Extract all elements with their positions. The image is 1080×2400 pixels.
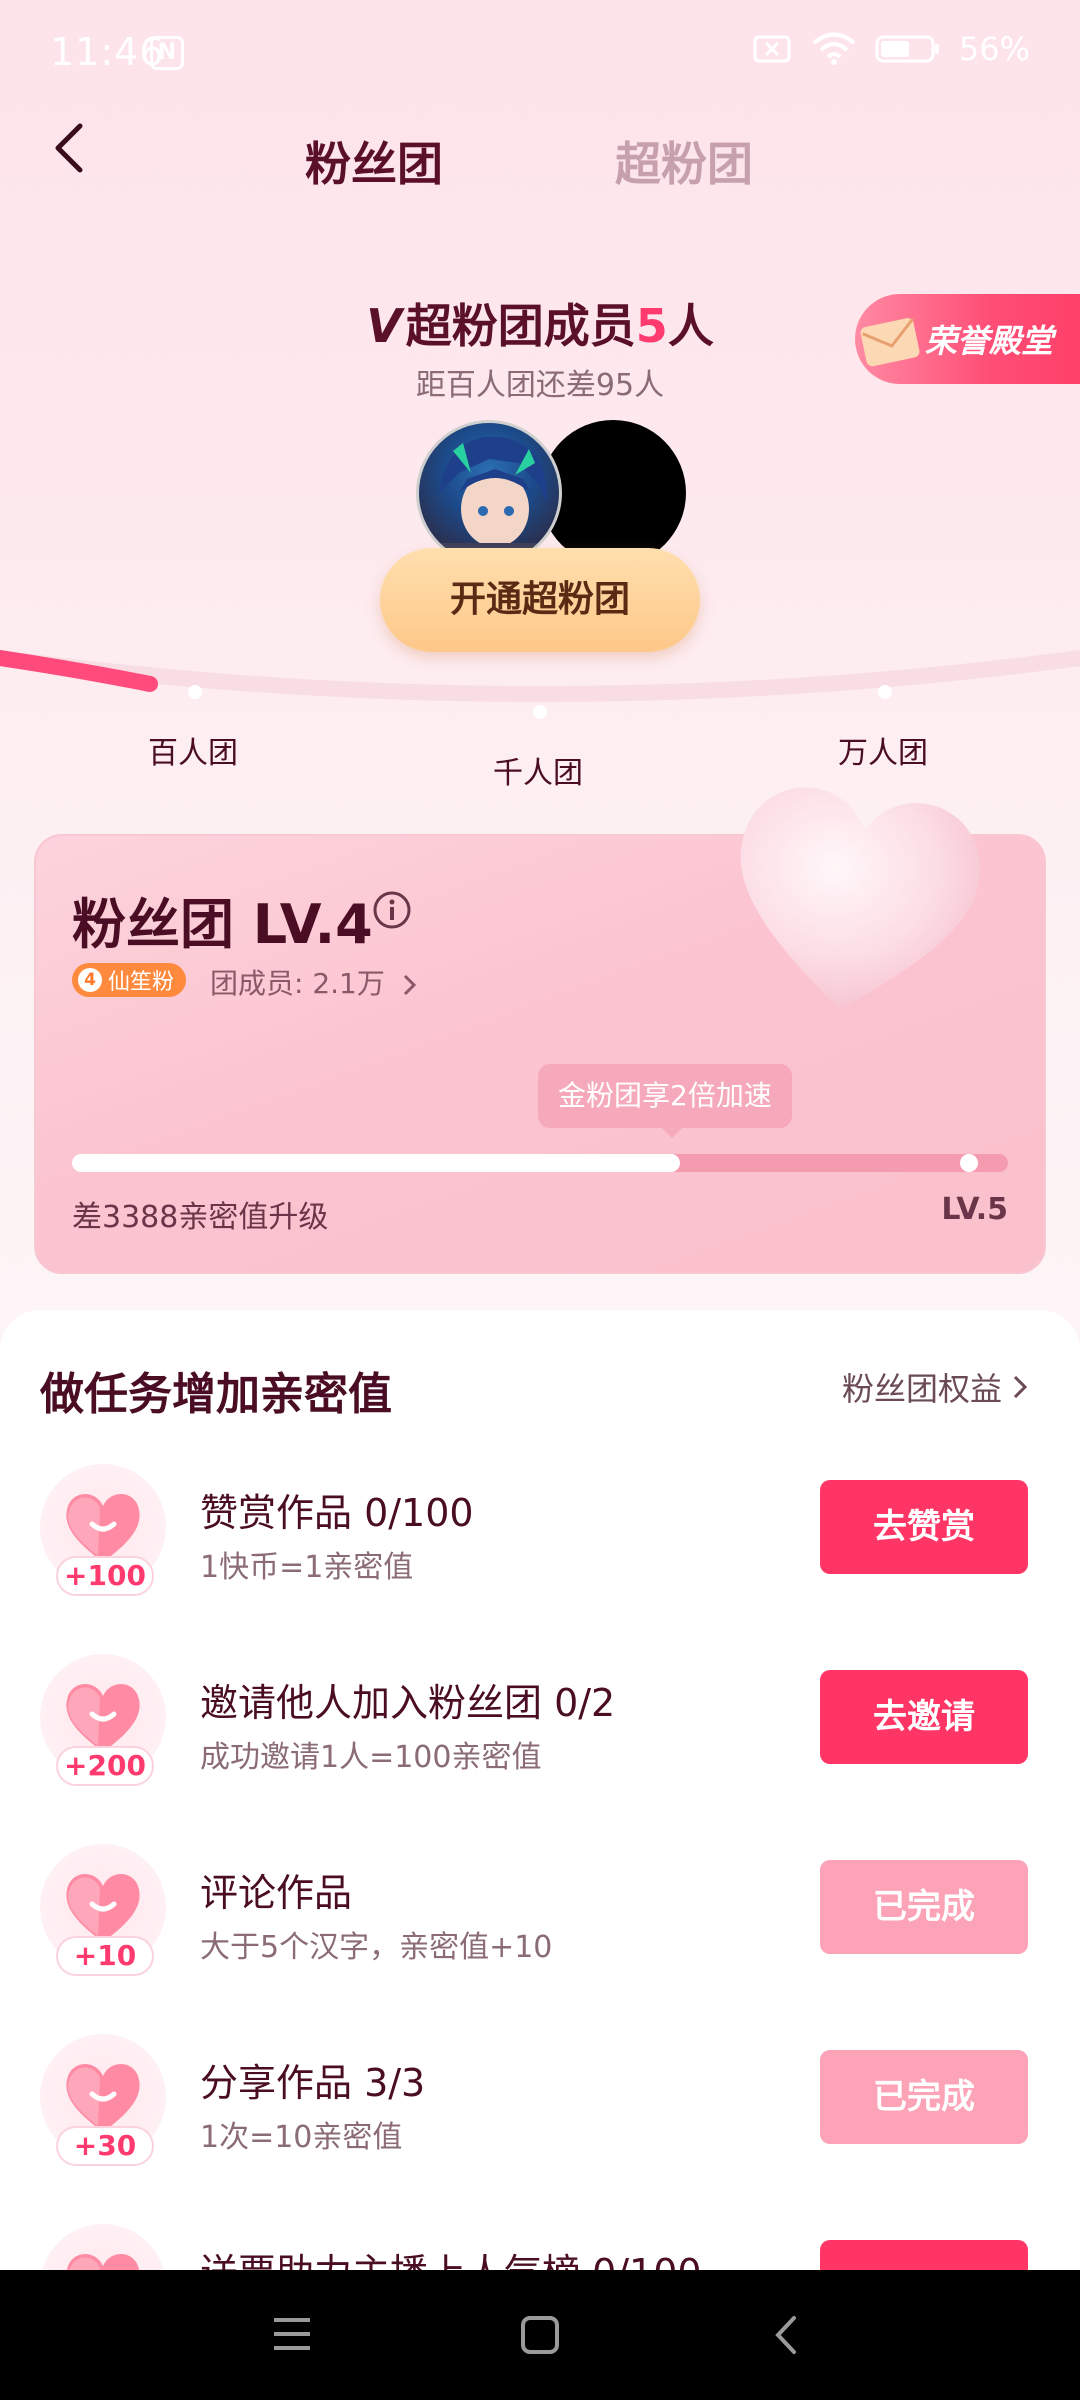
tasks-title: 做任务增加亲密值 [40,1369,392,1420]
task-desc: 1次=10亲密值 [200,2120,403,2155]
info-icon[interactable] [372,890,412,930]
honor-hall-button[interactable]: 荣誉殿堂 [855,294,1080,384]
task-name: 邀请他人加入粉丝团 0/2 [200,1681,616,1725]
task-row: +100 赞赏作品 0/100 1快币=1亲密值 去赞赏 [0,1464,1080,1654]
next-level: LV.5 [941,1192,1008,1227]
upgrade-text: 差3388亲密值升级 [72,1200,329,1235]
task-points: +30 [56,2126,154,2166]
chevron-right-icon [1013,1375,1028,1399]
back-arrow-icon [55,123,83,173]
member-count: 5 [635,299,668,353]
level-title: 粉丝团 LV.4 [72,893,373,956]
member-count-link[interactable]: 团成员: 2.1万 [210,962,420,1002]
task-desc: 1快币=1亲密值 [200,1550,414,1585]
milestone-100: 百人团 [148,736,238,771]
home-icon[interactable] [518,2314,562,2356]
badge-level: 4 [78,968,102,992]
task-desc: 大于5个汉字，亲密值+10 [200,1930,553,1965]
task-action-button[interactable]: 已完成 [820,1860,1028,1954]
back-button[interactable] [50,118,110,188]
task-row: +30 分享作品 3/3 1次=10亲密值 已完成 [0,2034,1080,2224]
benefits-link[interactable]: 粉丝团权益 [842,1364,1030,1410]
menu-icon[interactable] [270,2314,314,2354]
task-points: +200 [56,1746,154,1786]
tooltip-arrow [660,1126,684,1138]
avatar[interactable] [416,420,562,566]
task-action-button[interactable]: 已完成 [820,2050,1028,2144]
progress-end-dot [960,1154,978,1172]
status-time: 11:46 [50,30,165,74]
nfc-icon: N [150,36,184,70]
v-icon: V [366,299,402,353]
chevron-right-icon [403,974,416,996]
task-row: +200 邀请他人加入粉丝团 0/2 成功邀请1人=100亲密值 去邀请 [0,1654,1080,1844]
task-points: +100 [56,1556,154,1596]
progress-fill [72,1154,680,1172]
task-points: +10 [56,1936,154,1976]
battery-icon [875,35,939,63]
task-desc: 成功邀请1人=100亲密值 [200,1740,542,1775]
task-name: 赞赏作品 0/100 [200,1491,474,1535]
task-name: 评论作品 [200,1871,353,1915]
open-super-fan-button[interactable]: 开通超粉团 [380,548,700,652]
task-name: 分享作品 3/3 [200,2061,426,2105]
task-row: +10 评论作品大于5个汉字，亲密值+10 已完成 [0,1844,1080,2034]
status-icons: 56% [753,30,1030,68]
tab-fan-club[interactable]: 粉丝团 [305,128,443,194]
wifi-icon [812,32,856,65]
avatar-illustration [439,436,549,563]
milestone-10000: 万人团 [838,736,928,771]
back-icon[interactable] [770,2312,802,2358]
fan-badge: 4 仙笙粉 [72,963,187,997]
badge-name: 仙笙粉 [108,970,175,995]
status-bar: 11:46 N 56% [0,0,1080,110]
system-nav-bar [0,2270,1080,2400]
milestone-1000: 千人团 [493,756,583,791]
heart-icon [740,787,980,1009]
sim-off-icon [753,35,791,63]
envelope-icon [860,318,920,367]
tab-super-fan-club[interactable]: 超粉团 [615,128,753,194]
task-action-button[interactable]: 去邀请 [820,1670,1028,1764]
task-action-button[interactable]: 去赞赏 [820,1480,1028,1574]
battery-percent: 56% [958,30,1030,68]
boost-tooltip: 金粉团享2倍加速 [538,1064,792,1128]
